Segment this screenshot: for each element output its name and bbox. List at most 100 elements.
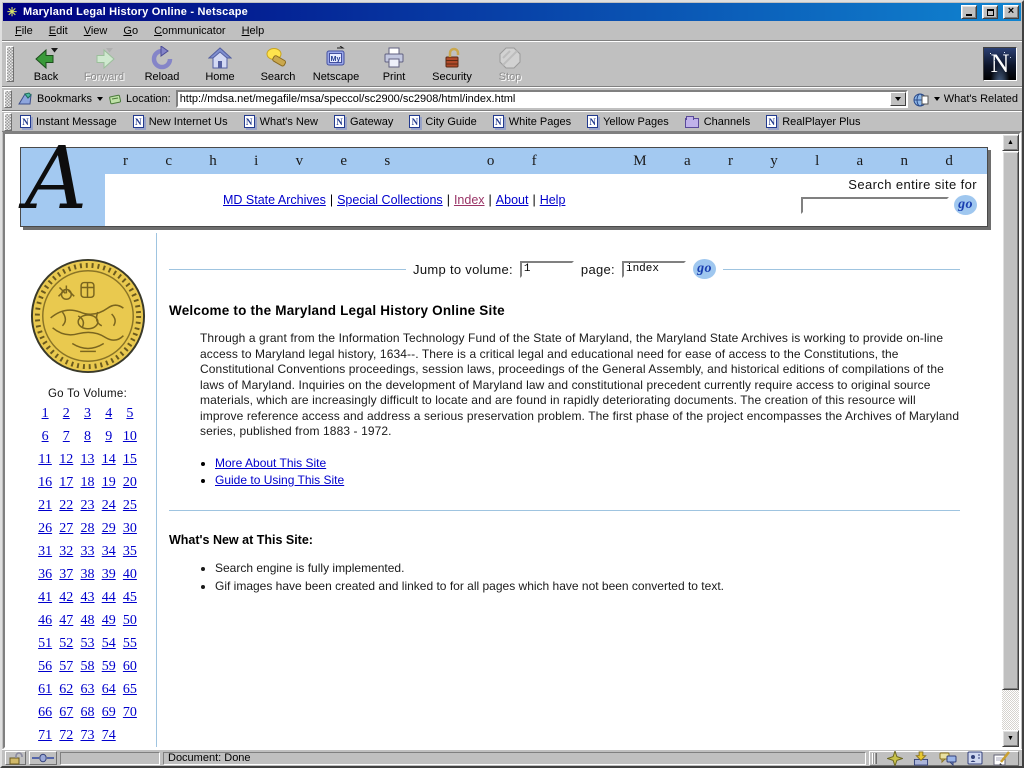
volume-link[interactable]: 55: [119, 636, 140, 652]
volume-link[interactable]: 14: [98, 452, 119, 468]
bookmark-instant-message[interactable]: NInstant Message: [15, 115, 125, 128]
volume-link[interactable]: 64: [98, 682, 119, 698]
offline-status-button[interactable]: [29, 751, 57, 765]
volume-link[interactable]: 9: [98, 429, 119, 445]
volume-link[interactable]: 52: [56, 636, 77, 652]
toolbar-grip[interactable]: [6, 46, 14, 82]
scroll-down-button[interactable]: ▼: [1002, 730, 1019, 747]
volume-link[interactable]: 71: [35, 728, 56, 744]
volume-link[interactable]: 41: [35, 590, 56, 606]
volume-link[interactable]: 40: [119, 567, 140, 583]
volume-link[interactable]: 58: [77, 659, 98, 675]
volume-link[interactable]: 5: [119, 406, 140, 422]
volume-link[interactable]: 33: [77, 544, 98, 560]
volume-link[interactable]: 1: [35, 406, 56, 422]
volume-link[interactable]: 16: [35, 475, 56, 491]
bookmark-city-guide[interactable]: NCity Guide: [404, 115, 484, 128]
back-button[interactable]: Back: [18, 43, 74, 85]
bookmark-realplayer-plus[interactable]: NRealPlayer Plus: [761, 115, 868, 128]
vertical-scrollbar[interactable]: ▲ ▼: [1002, 134, 1019, 747]
volume-link[interactable]: 15: [119, 452, 140, 468]
volume-link[interactable]: 62: [56, 682, 77, 698]
home-button[interactable]: Home: [192, 43, 248, 85]
volume-link[interactable]: 45: [119, 590, 140, 606]
volume-link[interactable]: 65: [119, 682, 140, 698]
volume-link[interactable]: 74: [98, 728, 119, 744]
bookmark-new-internet-us[interactable]: NNew Internet Us: [128, 115, 236, 128]
jump-page-input[interactable]: [622, 261, 686, 278]
volume-link[interactable]: 42: [56, 590, 77, 606]
volume-link[interactable]: 19: [98, 475, 119, 491]
security-button[interactable]: Security: [424, 43, 480, 85]
forward-button[interactable]: Forward: [76, 43, 132, 85]
guide-link[interactable]: Guide to Using This Site: [215, 473, 344, 487]
print-button[interactable]: Print: [366, 43, 422, 85]
volume-link[interactable]: 60: [119, 659, 140, 675]
menu-communicator[interactable]: Communicator: [147, 23, 233, 39]
volume-link[interactable]: 24: [98, 498, 119, 514]
volume-link[interactable]: 44: [98, 590, 119, 606]
bookmark-whats-new[interactable]: NWhat's New: [239, 115, 326, 128]
address-book-icon[interactable]: [967, 751, 983, 766]
volume-link[interactable]: 35: [119, 544, 140, 560]
volume-link[interactable]: 63: [77, 682, 98, 698]
volume-link[interactable]: 2: [56, 406, 77, 422]
volume-link[interactable]: 25: [119, 498, 140, 514]
volume-link[interactable]: 68: [77, 705, 98, 721]
volume-link[interactable]: 47: [56, 613, 77, 629]
volume-link[interactable]: 49: [98, 613, 119, 629]
menu-help[interactable]: Help: [235, 23, 272, 39]
volume-link[interactable]: 73: [77, 728, 98, 744]
volume-link[interactable]: 72: [56, 728, 77, 744]
volume-link[interactable]: 21: [35, 498, 56, 514]
stop-button[interactable]: Stop: [482, 43, 538, 85]
volume-link[interactable]: 50: [119, 613, 140, 629]
volume-link[interactable]: 30: [119, 521, 140, 537]
menu-file[interactable]: File: [8, 23, 40, 39]
nav-help[interactable]: Help: [540, 193, 566, 207]
volume-link[interactable]: 31: [35, 544, 56, 560]
discussions-icon[interactable]: [939, 751, 957, 766]
scrollbar-thumb[interactable]: [1002, 151, 1019, 690]
volume-link[interactable]: 6: [35, 429, 56, 445]
volume-link[interactable]: 38: [77, 567, 98, 583]
volume-link[interactable]: 3: [77, 406, 98, 422]
site-search-input[interactable]: [801, 197, 949, 214]
volume-link[interactable]: 37: [56, 567, 77, 583]
volume-link[interactable]: 28: [77, 521, 98, 537]
volume-link[interactable]: 23: [77, 498, 98, 514]
volume-link[interactable]: 11: [35, 452, 56, 468]
site-search-go-button[interactable]: go: [954, 195, 977, 215]
volume-link[interactable]: 59: [98, 659, 119, 675]
volume-link[interactable]: 32: [56, 544, 77, 560]
more-about-link[interactable]: More About This Site: [215, 456, 326, 470]
volume-link[interactable]: 67: [56, 705, 77, 721]
volume-link[interactable]: 29: [98, 521, 119, 537]
volume-link[interactable]: 36: [35, 567, 56, 583]
scroll-up-button[interactable]: ▲: [1002, 134, 1019, 151]
nav-index[interactable]: Index: [454, 193, 485, 207]
volume-link[interactable]: 46: [35, 613, 56, 629]
netscape-logo[interactable]: N: [983, 47, 1017, 81]
volume-link[interactable]: 57: [56, 659, 77, 675]
menu-go[interactable]: Go: [116, 23, 145, 39]
location-bar-grip[interactable]: [4, 90, 12, 108]
close-button[interactable]: ×: [1003, 5, 1019, 19]
volume-link[interactable]: 4: [98, 406, 119, 422]
url-dropdown-button[interactable]: [890, 92, 906, 106]
bookmark-yellow-pages[interactable]: NYellow Pages: [582, 115, 677, 128]
volume-link[interactable]: 22: [56, 498, 77, 514]
bookmark-channels[interactable]: Channels: [680, 116, 758, 128]
menu-view[interactable]: View: [77, 23, 115, 39]
volume-link[interactable]: 54: [98, 636, 119, 652]
inbox-icon[interactable]: [913, 751, 929, 766]
netscape-button[interactable]: My Netscape: [308, 43, 364, 85]
bookmark-white-pages[interactable]: NWhite Pages: [488, 115, 579, 128]
security-status-button[interactable]: [5, 751, 26, 765]
component-bar-grip[interactable]: [872, 753, 877, 764]
personal-toolbar-grip[interactable]: [4, 113, 12, 131]
volume-link[interactable]: 20: [119, 475, 140, 491]
navigator-icon[interactable]: [887, 751, 903, 766]
nav-about[interactable]: About: [496, 193, 529, 207]
url-input[interactable]: [178, 92, 890, 106]
